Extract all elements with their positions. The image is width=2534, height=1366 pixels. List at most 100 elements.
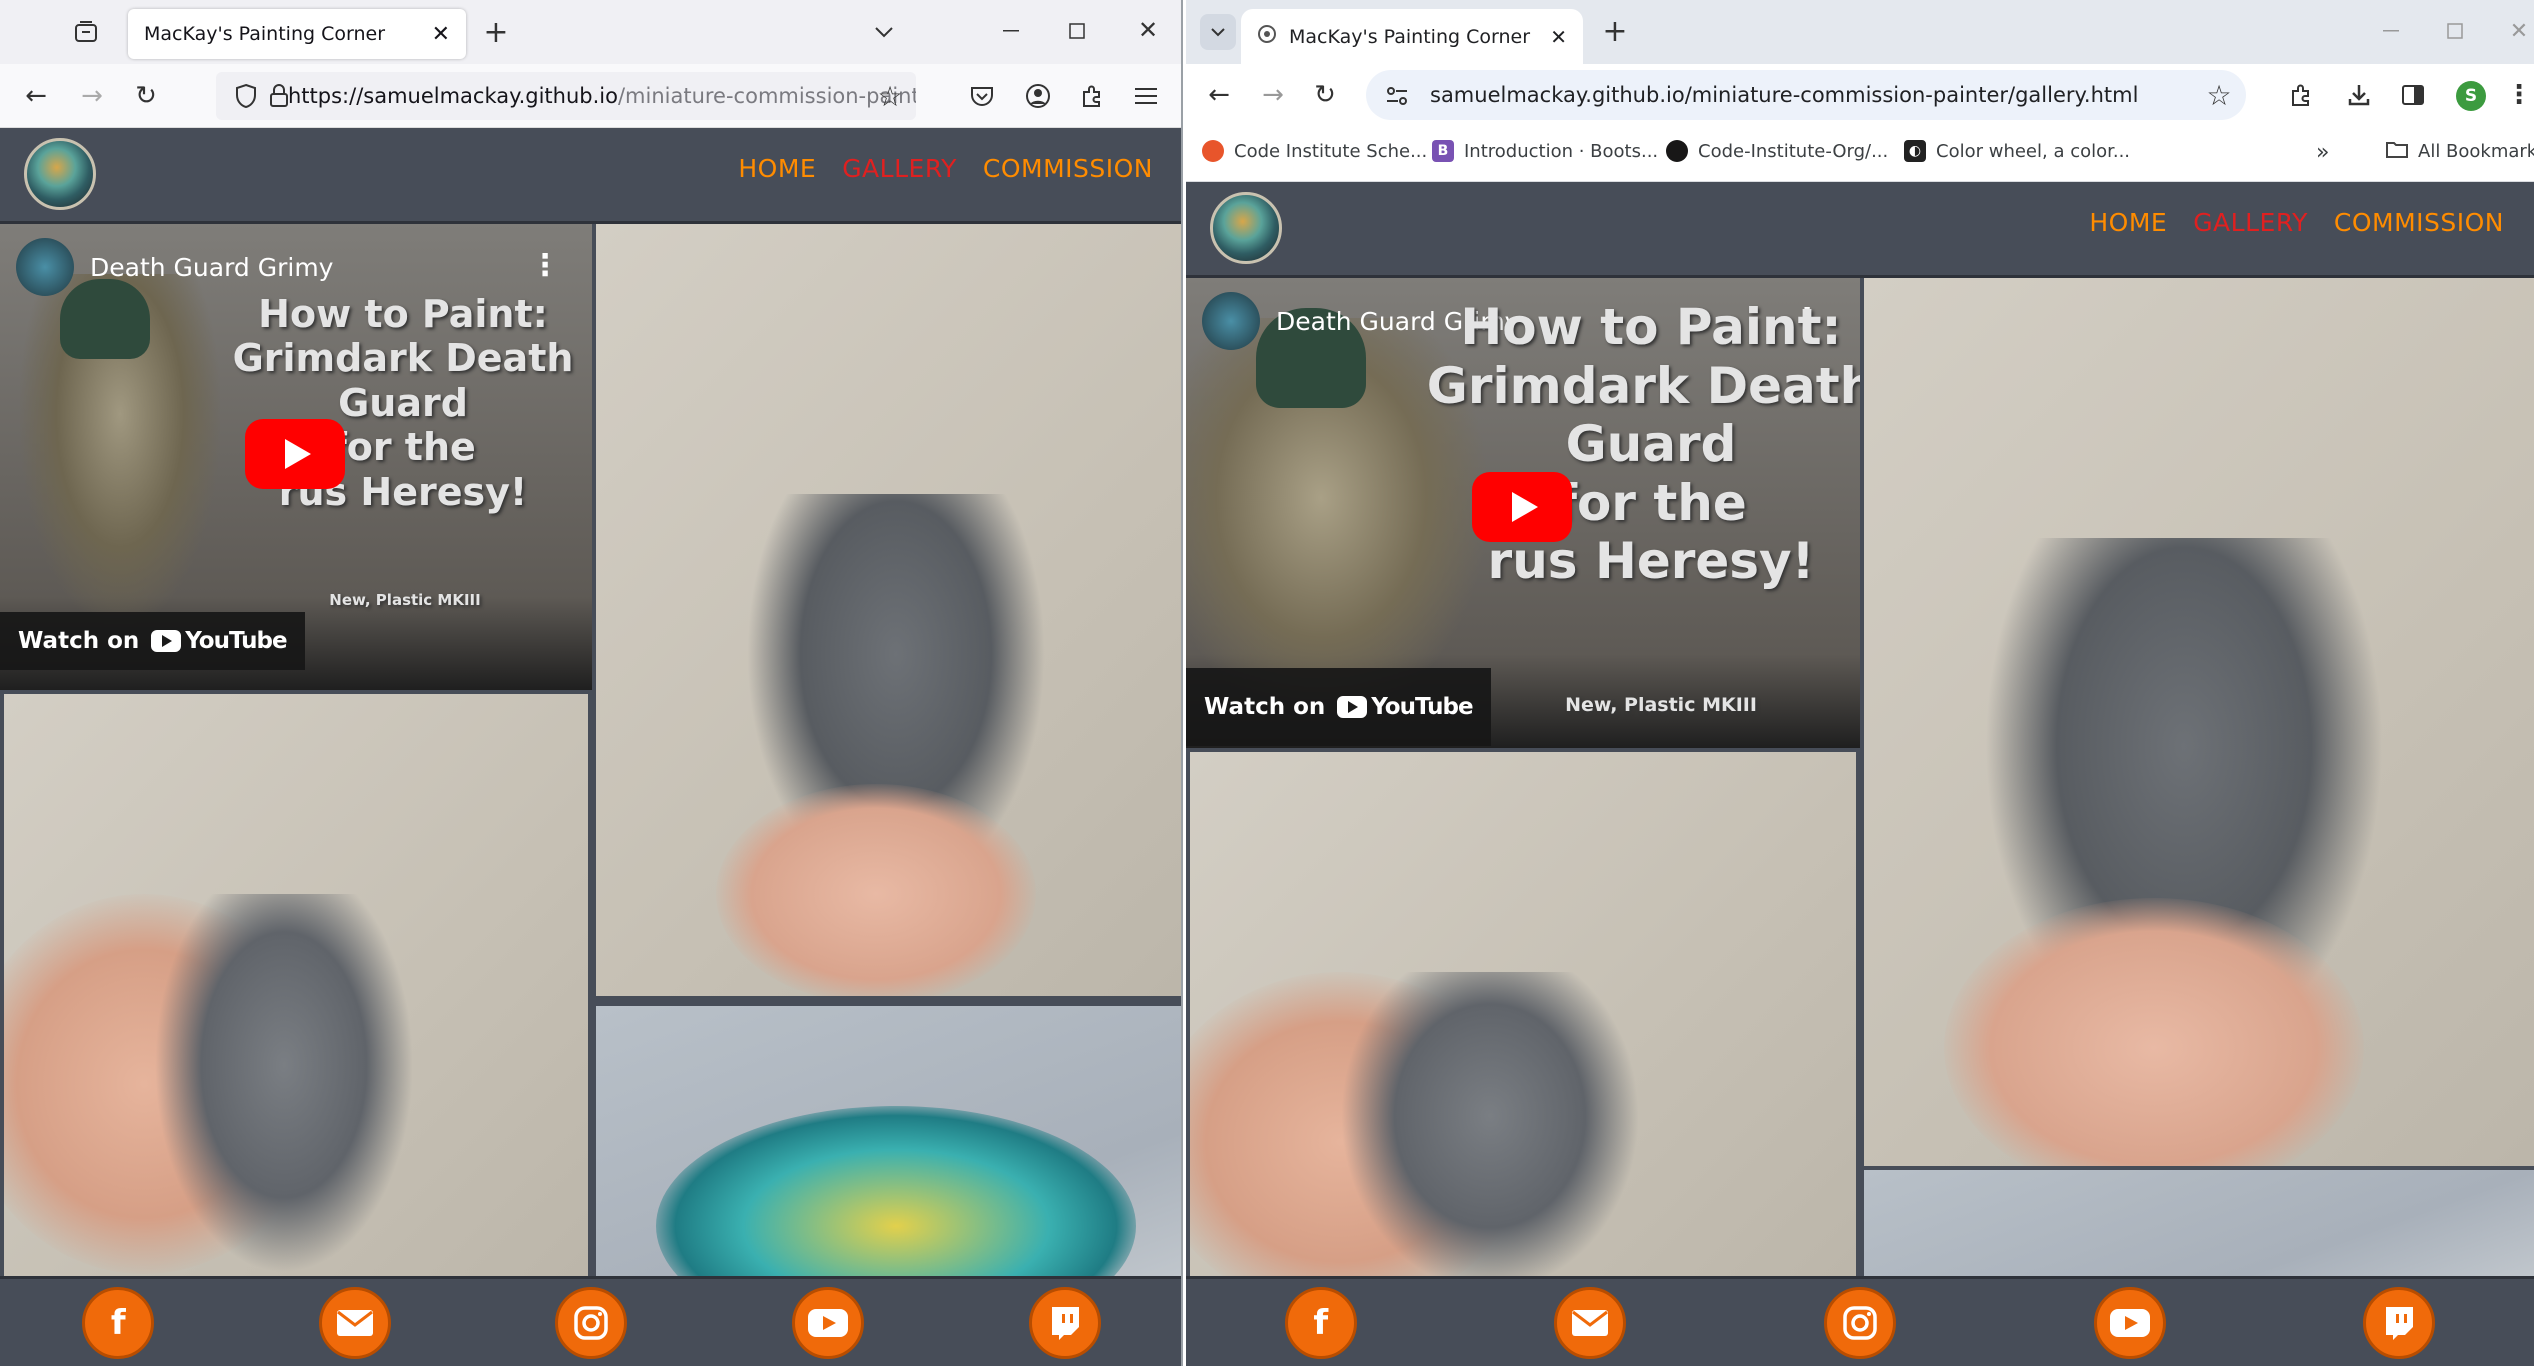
gallery-content: Death Guard Grimy ⋮ How to Paint: Grimda… (0, 224, 1181, 1276)
bookmark-label: Code Institute Sche... (1234, 140, 1428, 162)
gallery-image-3[interactable] (4, 694, 588, 1276)
forward-icon[interactable]: → (1256, 78, 1290, 112)
shield-icon[interactable] (232, 81, 260, 111)
url-path: /miniature-commission-painter/gallery.ht… (1684, 83, 2139, 107)
youtube-embed[interactable]: Death Guard Grimy ⋮ How to Paint: Grimda… (1186, 278, 1860, 748)
site-footer: f (0, 1276, 1181, 1366)
tab-search-icon[interactable] (1200, 14, 1236, 50)
close-window-icon[interactable]: ✕ (2504, 16, 2534, 46)
reload-icon[interactable]: ↻ (1308, 78, 1342, 112)
channel-avatar[interactable] (1202, 292, 1260, 350)
nav-gallery[interactable]: GALLERY (2193, 208, 2308, 237)
close-tab-icon[interactable]: ✕ (1550, 25, 1567, 49)
channel-avatar[interactable] (16, 238, 74, 296)
bookmarks-bar: Code Institute Sche... B Introduction · B… (1186, 126, 2534, 182)
chrome-nav-bar: ← → ↻ samuelmackay.github.io/miniature-c… (1186, 64, 2534, 126)
maximize-icon[interactable] (1062, 16, 1092, 46)
instagram-icon[interactable] (1823, 1286, 1896, 1359)
url-bar[interactable]: samuelmackay.github.io/miniature-commiss… (1366, 70, 2246, 120)
site-settings-icon[interactable] (1382, 82, 1412, 110)
video-more-icon[interactable]: ⋮ (530, 248, 560, 283)
bookmark-1[interactable]: Code Institute Sche... (1202, 140, 1427, 162)
forward-icon[interactable]: → (76, 80, 108, 112)
new-tab-icon[interactable]: + (1598, 14, 1632, 49)
bookmark-2[interactable]: B Introduction · Boots... (1432, 140, 1658, 162)
back-icon[interactable]: ← (1202, 78, 1236, 112)
youtube-embed[interactable]: Death Guard Grimy ⋮ How to Paint: Grimda… (0, 224, 592, 690)
instagram-icon[interactable] (555, 1286, 628, 1359)
account-icon[interactable] (1022, 80, 1054, 112)
bookmark-label: Introduction · Boots... (1464, 140, 1659, 162)
menu-icon[interactable] (1130, 80, 1162, 112)
pocket-icon[interactable] (966, 80, 998, 112)
chevron-down-icon[interactable] (868, 18, 900, 46)
youtube-logo: YouTube (1337, 694, 1474, 720)
menu-icon[interactable]: ⋮ (2504, 78, 2534, 112)
tab-list-icon[interactable] (70, 18, 102, 46)
twitch-icon[interactable] (2363, 1286, 2436, 1359)
code-institute-icon (1202, 140, 1224, 162)
site-header: HOME GALLERY COMMISSION (1186, 182, 2534, 278)
thumbnail-subtext: New, Plastic MKIII (329, 591, 481, 609)
bookmark-star-icon[interactable]: ☆ (874, 80, 906, 113)
site-logo[interactable] (24, 138, 96, 210)
close-window-icon[interactable]: ✕ (1132, 14, 1164, 46)
email-icon[interactable] (1554, 1286, 1627, 1359)
chrome-tab-bar: MacKay's Painting Corner ✕ + ✕ (1186, 0, 2534, 64)
play-button[interactable] (245, 419, 345, 489)
bookmark-star-icon[interactable]: ☆ (2202, 78, 2236, 112)
url-domain: samuelmackay.github.io (1430, 83, 1685, 107)
more-bookmarks-icon[interactable]: » (2316, 140, 2329, 165)
gallery-image-3[interactable] (1190, 752, 1856, 1276)
watch-on-youtube[interactable]: Watch on YouTube (1186, 668, 1491, 746)
maximize-icon[interactable] (2440, 16, 2470, 46)
nav-gallery[interactable]: GALLERY (842, 154, 957, 183)
minimize-icon[interactable] (2376, 16, 2406, 46)
nav-home[interactable]: HOME (2089, 208, 2167, 237)
back-icon[interactable]: ← (20, 80, 52, 112)
facebook-icon[interactable]: f (1284, 1286, 1357, 1359)
video-title-row: Death Guard Grimy (16, 238, 333, 296)
new-tab-icon[interactable]: + (480, 15, 512, 50)
youtube-icon[interactable] (2093, 1286, 2166, 1359)
tab-active[interactable]: MacKay's Painting Corner ✕ (1241, 9, 1583, 64)
url-bar[interactable]: https://samuelmackay.github.io/miniature… (216, 72, 916, 120)
download-icon[interactable] (2342, 78, 2376, 112)
lock-icon[interactable] (266, 81, 292, 111)
nav-commission[interactable]: COMMISSION (983, 154, 1153, 183)
bookmark-4[interactable]: ◐ Color wheel, a color... (1904, 140, 2130, 162)
firefox-nav-bar: ← → ↻ https://samuelmackay.github.io/min… (0, 64, 1181, 128)
extensions-icon[interactable] (1076, 80, 1108, 112)
play-button[interactable] (1472, 472, 1572, 542)
tab-active[interactable]: MacKay's Painting Corner ✕ (128, 9, 466, 59)
site-nav: HOME GALLERY COMMISSION (2089, 208, 2504, 237)
side-panel-icon[interactable] (2396, 78, 2430, 112)
site-logo[interactable] (1210, 192, 1282, 264)
minimize-icon[interactable] (996, 16, 1026, 46)
youtube-icon[interactable] (792, 1286, 865, 1359)
folder-icon (2386, 140, 2408, 163)
watch-on-youtube[interactable]: Watch on YouTube (0, 612, 305, 670)
reload-icon[interactable]: ↻ (130, 80, 162, 112)
email-icon[interactable] (318, 1286, 391, 1359)
gallery-image-2[interactable] (596, 224, 1181, 996)
youtube-logo: YouTube (151, 628, 288, 654)
gallery-image-2[interactable] (1864, 278, 2534, 1166)
video-title[interactable]: Death Guard Grimy (90, 253, 333, 282)
all-bookmarks[interactable]: All Bookmarks (2386, 140, 2534, 163)
miniature-shape (1340, 972, 1640, 1276)
gallery-image-4[interactable] (1864, 1170, 2534, 1276)
nav-commission[interactable]: COMMISSION (2334, 208, 2504, 237)
bookmark-3[interactable]: Code-Institute-Org/... (1666, 140, 1888, 162)
dragon-shape (656, 1106, 1136, 1276)
gallery-image-4[interactable] (596, 1006, 1181, 1276)
nav-home[interactable]: HOME (738, 154, 816, 183)
miniature-shape (154, 894, 414, 1274)
extensions-icon[interactable] (2284, 78, 2318, 112)
twitch-icon[interactable] (1028, 1286, 1101, 1359)
color-wheel-icon: ◐ (1904, 140, 1926, 162)
facebook-icon[interactable]: f (82, 1286, 155, 1359)
close-tab-icon[interactable]: ✕ (432, 22, 450, 47)
profile-avatar[interactable]: S (2456, 81, 2486, 111)
site-header: HOME GALLERY COMMISSION (0, 128, 1181, 224)
